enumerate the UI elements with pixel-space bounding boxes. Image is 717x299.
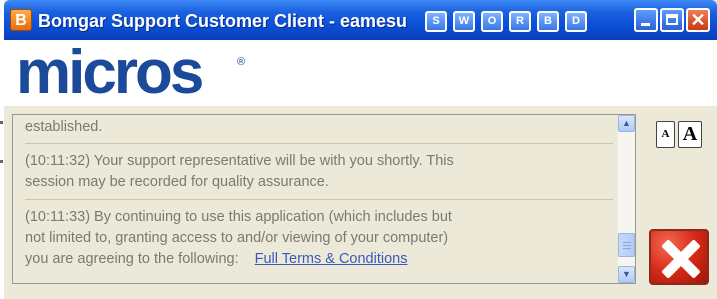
log-line: session may be recorded for quality assu… — [25, 174, 329, 190]
close-icon: ✕ — [690, 10, 706, 30]
session-button-r[interactable]: R — [509, 11, 531, 32]
log-line: (10:11:32) Your support representative w… — [25, 153, 454, 169]
session-button-b[interactable]: B — [537, 11, 559, 32]
log-divider — [25, 199, 613, 200]
session-button-w[interactable]: W — [453, 11, 475, 32]
edge-artifact — [0, 160, 3, 163]
log-line: established. — [25, 119, 103, 135]
grip-line — [623, 248, 631, 249]
grip-line — [623, 242, 631, 243]
close-window-button[interactable]: ✕ — [686, 8, 710, 32]
customer-client-window: B Bomgar Support Customer Client - eames… — [4, 0, 717, 299]
session-button-d[interactable]: D — [565, 11, 587, 32]
minimize-icon — [641, 23, 650, 26]
session-button-o[interactable]: O — [481, 11, 503, 32]
grip-line — [623, 245, 631, 246]
scroll-up-button[interactable]: ▲ — [618, 115, 635, 132]
log-entry: (10:11:32) Your support representative w… — [25, 151, 454, 193]
minimize-button[interactable] — [634, 8, 658, 32]
terms-conditions-link[interactable]: Full Terms & Conditions — [255, 251, 408, 267]
maximize-icon — [666, 14, 678, 25]
scroll-down-button[interactable]: ▼ — [618, 266, 635, 283]
log-divider — [25, 143, 613, 144]
window-title: Bomgar Support Customer Client - eamesu — [38, 11, 408, 31]
micros-logo: micros — [16, 38, 204, 107]
increase-font-button[interactable]: A — [678, 121, 702, 148]
registered-mark: ® — [237, 56, 246, 68]
log-line: you are agreeing to the following: — [25, 251, 239, 267]
log-line: not limited to, granting access to and/o… — [25, 230, 449, 246]
vertical-scrollbar[interactable]: ▲ ▼ — [618, 115, 635, 283]
end-session-button[interactable] — [649, 229, 709, 285]
edge-artifact — [0, 121, 3, 124]
chat-log-panel[interactable]: established. (10:11:32) Your support rep… — [12, 114, 636, 284]
scroll-thumb[interactable] — [618, 233, 635, 257]
log-line: (10:11:33) By continuing to use this app… — [25, 209, 452, 225]
maximize-button[interactable] — [660, 8, 684, 32]
chevron-up-icon: ▲ — [622, 118, 631, 128]
brand-banner: micros ® — [4, 40, 717, 106]
session-button-s[interactable]: S — [425, 11, 447, 32]
log-entry: (10:11:33) By continuing to use this app… — [25, 207, 452, 270]
log-entry: established. — [25, 117, 102, 138]
decrease-font-button[interactable]: A — [656, 121, 675, 148]
chevron-down-icon: ▼ — [622, 269, 631, 279]
title-bar[interactable]: B Bomgar Support Customer Client - eames… — [4, 0, 717, 40]
bomgar-app-icon[interactable]: B — [10, 9, 32, 31]
